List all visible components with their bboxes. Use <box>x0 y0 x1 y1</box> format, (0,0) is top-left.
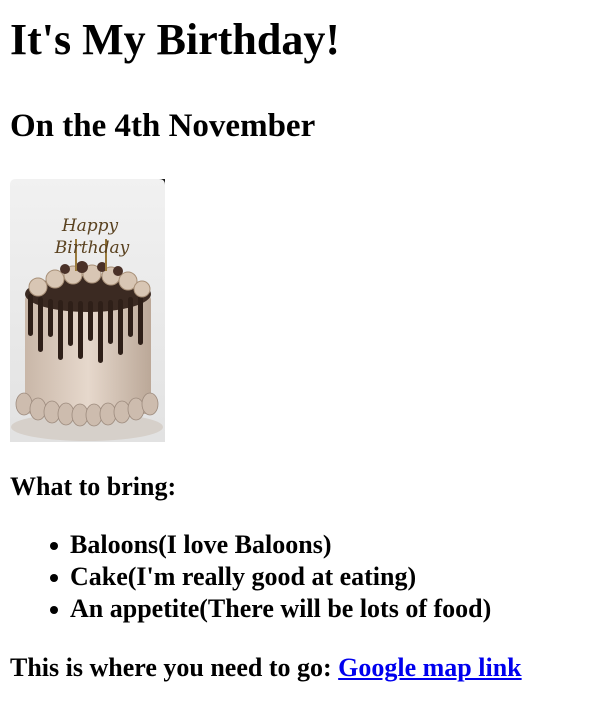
list-item-text: An appetite(There will be lots of food) <box>70 594 492 623</box>
bullet-icon <box>50 574 58 582</box>
google-map-link[interactable]: Google map link <box>338 653 521 682</box>
list-item: Baloons(I love Baloons) <box>50 529 601 561</box>
list-item: An appetite(There will be lots of food) <box>50 593 601 625</box>
list-item-text: Cake(I'm really good at eating) <box>70 562 417 591</box>
birthday-cake-image: Happy Birthday <box>10 179 165 442</box>
page-subtitle: On the 4th November <box>10 108 316 144</box>
page-title: It's My Birthday! <box>10 15 340 64</box>
directions-text: This is where you need to go: <box>10 653 332 682</box>
bullet-icon <box>50 606 58 614</box>
topper-text-birthday: Birthday <box>54 238 130 258</box>
list-item-text: Baloons(I love Baloons) <box>70 530 332 559</box>
topper-text-happy: Happy <box>61 216 119 236</box>
page: It's My Birthday! On the 4th November Ha… <box>0 0 611 684</box>
bring-list: Baloons(I love Baloons) Cake(I'm really … <box>10 529 601 625</box>
birthday-cake-illustration: Happy Birthday <box>10 179 165 442</box>
what-to-bring-label: What to bring: <box>10 472 177 501</box>
directions: This is where you need to go: Google map… <box>10 652 601 684</box>
list-item: Cake(I'm really good at eating) <box>50 561 601 593</box>
bullet-icon <box>50 542 58 550</box>
